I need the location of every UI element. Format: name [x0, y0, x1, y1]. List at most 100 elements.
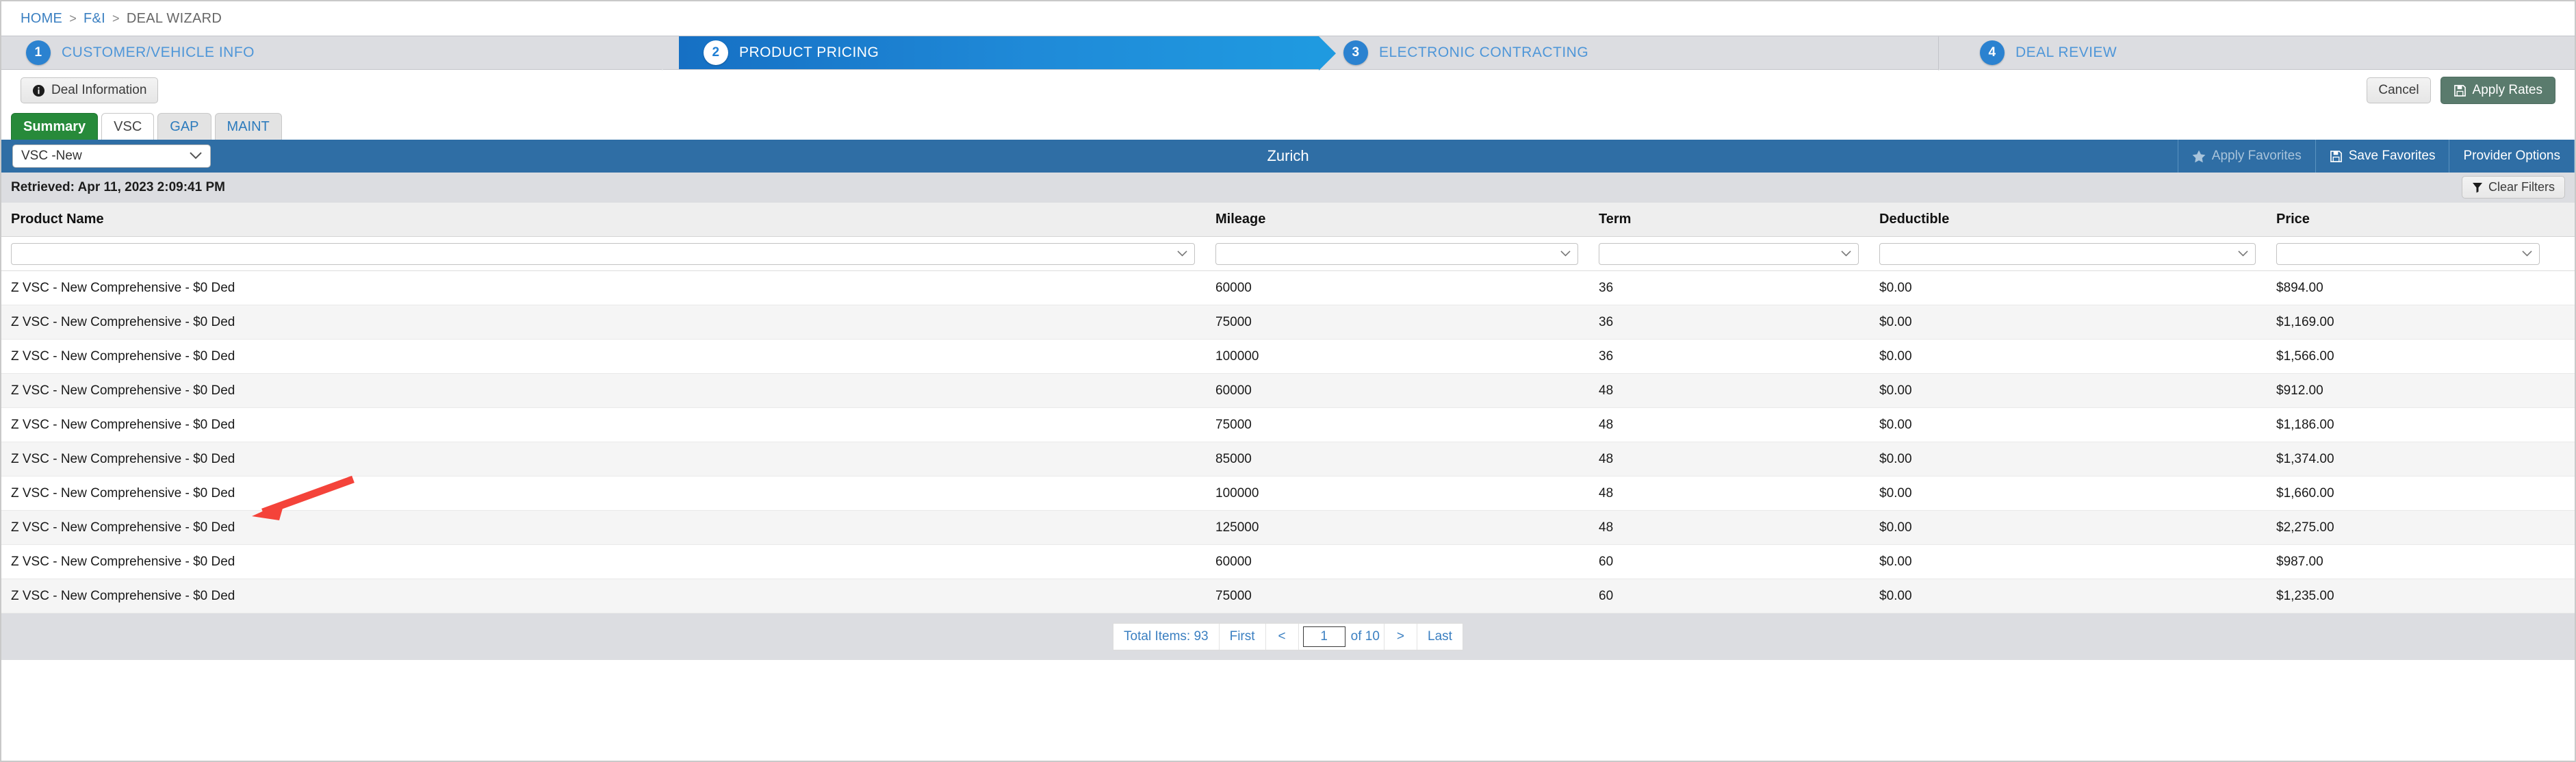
chevron-down-icon: [190, 149, 202, 164]
provider-options-button[interactable]: Provider Options: [2449, 140, 2575, 173]
cancel-label: Cancel: [2378, 83, 2419, 97]
filter-select-price[interactable]: [2276, 242, 2540, 265]
save-icon: [2330, 150, 2343, 163]
wizard-step-label: CUSTOMER/VEHICLE INFO: [62, 45, 255, 60]
wizard-step-number: 2: [704, 40, 728, 65]
apply-favorites-button[interactable]: Apply Favorites: [2177, 140, 2315, 173]
table-row[interactable]: Z VSC - New Comprehensive - $0 Ded 75000 6…: [1, 579, 2575, 613]
cell-term: 48: [1599, 485, 1614, 500]
filter-select-product-name[interactable]: [11, 242, 1195, 265]
cell-term: 60: [1599, 588, 1614, 603]
cell-product-name: Z VSC - New Comprehensive - $0 Ded: [11, 554, 235, 569]
cell-mileage: 60000: [1215, 554, 1252, 569]
cell-term: 48: [1599, 451, 1614, 466]
filter-select-mileage[interactable]: [1215, 242, 1578, 265]
table-row[interactable]: Z VSC - New Comprehensive - $0 Ded 60000 6…: [1, 545, 2575, 579]
grid-filter-row: [1, 237, 2575, 271]
provider-bar: VSC -New Zurich Apply Favorites Save Fav…: [1, 140, 2575, 173]
table-row[interactable]: Z VSC - New Comprehensive - $0 Ded 75000 3…: [1, 305, 2575, 340]
cell-product-name: Z VSC - New Comprehensive - $0 Ded: [11, 348, 235, 364]
wizard-step-electronic-contracting[interactable]: 3 ELECTRONIC CONTRACTING: [1319, 36, 1955, 69]
breadcrumb-item-home[interactable]: HOME: [21, 11, 62, 27]
clear-filters-button[interactable]: Clear Filters: [2461, 176, 2565, 199]
cell-product-name: Z VSC - New Comprehensive - $0 Ded: [11, 588, 235, 603]
save-favorites-label: Save Favorites: [2348, 149, 2436, 163]
total-items-label: Total Items: 93: [1113, 624, 1220, 650]
cell-product-name: Z VSC - New Comprehensive - $0 Ded: [11, 280, 235, 295]
pagination-page-group: of 10: [1299, 624, 1384, 650]
deal-wizard-page: HOME > F&I > DEAL WIZARD 1 CUSTOMER/VEHI…: [0, 0, 2576, 762]
chevron-down-icon: [2238, 248, 2248, 260]
provider-bar-actions: Apply Favorites Save Favorites Provider …: [2177, 140, 2575, 173]
pagination-next-button[interactable]: >: [1384, 624, 1418, 650]
cell-term: 60: [1599, 554, 1614, 569]
column-header-product-name[interactable]: Product Name: [1, 212, 1206, 227]
breadcrumb: HOME > F&I > DEAL WIZARD: [1, 1, 2575, 36]
pagination-first-button[interactable]: First: [1220, 624, 1266, 650]
column-header-mileage[interactable]: Mileage: [1206, 212, 1589, 227]
table-row[interactable]: Z VSC - New Comprehensive - $0 Ded 75000 4…: [1, 408, 2575, 442]
table-row[interactable]: Z VSC - New Comprehensive - $0 Ded 125000…: [1, 511, 2575, 545]
pagination-prev-button[interactable]: <: [1266, 624, 1299, 650]
tab-gap[interactable]: GAP: [157, 113, 211, 140]
cell-product-name: Z VSC - New Comprehensive - $0 Ded: [11, 451, 235, 466]
wizard-step-deal-review[interactable]: 4 DEAL REVIEW: [1938, 36, 2575, 71]
cell-mileage: 75000: [1215, 314, 1252, 329]
cancel-button[interactable]: Cancel: [2367, 77, 2431, 103]
cell-term: 48: [1599, 417, 1614, 432]
table-row[interactable]: Z VSC - New Comprehensive - $0 Ded 100000…: [1, 340, 2575, 374]
tab-maint[interactable]: MAINT: [214, 113, 282, 140]
column-header-deductible[interactable]: Deductible: [1870, 212, 2267, 227]
chevron-down-icon: [2522, 248, 2532, 260]
filter-cell-term: [1589, 242, 1870, 265]
save-icon: [2453, 84, 2466, 97]
deal-information-button[interactable]: Deal Information: [21, 77, 159, 103]
retrieved-row: Retrieved: Apr 11, 2023 2:09:41 PM Clear…: [1, 173, 2575, 203]
filter-select-term[interactable]: [1599, 242, 1859, 265]
deal-information-label: Deal Information: [51, 83, 147, 97]
cell-mileage: 60000: [1215, 280, 1252, 295]
cell-product-name: Z VSC - New Comprehensive - $0 Ded: [11, 314, 235, 329]
cell-mileage: 100000: [1215, 348, 1259, 364]
clear-filters-label: Clear Filters: [2488, 180, 2555, 194]
chevron-down-icon: [1177, 248, 1187, 260]
cell-term: 48: [1599, 383, 1614, 398]
breadcrumb-separator: >: [112, 11, 120, 25]
wizard-step-product-pricing[interactable]: 2 PRODUCT PRICING: [662, 36, 1336, 71]
apply-rates-button[interactable]: Apply Rates: [2440, 77, 2555, 104]
column-header-price[interactable]: Price: [2267, 212, 2575, 227]
breadcrumb-item-fi[interactable]: F&I: [83, 11, 105, 27]
table-row[interactable]: Z VSC - New Comprehensive - $0 Ded 60000 3…: [1, 271, 2575, 305]
pagination-last-button[interactable]: Last: [1417, 624, 1463, 650]
cell-product-name: Z VSC - New Comprehensive - $0 Ded: [11, 417, 235, 432]
wizard-step-label: ELECTRONIC CONTRACTING: [1379, 45, 1589, 60]
chevron-down-icon: [1560, 248, 1571, 260]
cell-deductible: $0.00: [1879, 588, 1912, 603]
product-type-select-value: VSC -New: [21, 149, 82, 163]
chevron-down-icon: [1841, 248, 1851, 260]
cell-term: 36: [1599, 314, 1614, 329]
wizard-step-customer-vehicle-info[interactable]: 1 CUSTOMER/VEHICLE INFO: [1, 36, 679, 69]
filter-select-deductible[interactable]: [1879, 242, 2256, 265]
table-row[interactable]: Z VSC - New Comprehensive - $0 Ded 85000 4…: [1, 442, 2575, 477]
table-row[interactable]: Z VSC - New Comprehensive - $0 Ded 60000 4…: [1, 374, 2575, 408]
column-header-term[interactable]: Term: [1589, 212, 1870, 227]
table-row[interactable]: Z VSC - New Comprehensive - $0 Ded 100000…: [1, 477, 2575, 511]
pagination-page-input[interactable]: [1302, 626, 1345, 647]
tab-summary[interactable]: Summary: [11, 113, 99, 140]
tab-vsc[interactable]: VSC: [101, 113, 155, 140]
wizard-step-label: DEAL REVIEW: [2015, 45, 2117, 60]
breadcrumb-separator: >: [69, 11, 77, 25]
cell-price: $1,566.00: [2276, 348, 2334, 364]
action-toolbar: Deal Information Cancel Apply Rates: [1, 70, 2575, 111]
grid-body: Z VSC - New Comprehensive - $0 Ded 60000 3…: [1, 271, 2575, 613]
filter-cell-deductible: [1870, 242, 2267, 265]
cell-product-name: Z VSC - New Comprehensive - $0 Ded: [11, 520, 235, 535]
star-icon: [2192, 150, 2206, 163]
cell-deductible: $0.00: [1879, 417, 1912, 432]
grid-header-row: Product Name Mileage Term Deductible Pri…: [1, 203, 2575, 237]
product-type-select[interactable]: VSC -New: [12, 144, 211, 168]
cell-price: $1,235.00: [2276, 588, 2334, 603]
save-favorites-button[interactable]: Save Favorites: [2315, 140, 2449, 173]
provider-options-label: Provider Options: [2463, 149, 2560, 163]
